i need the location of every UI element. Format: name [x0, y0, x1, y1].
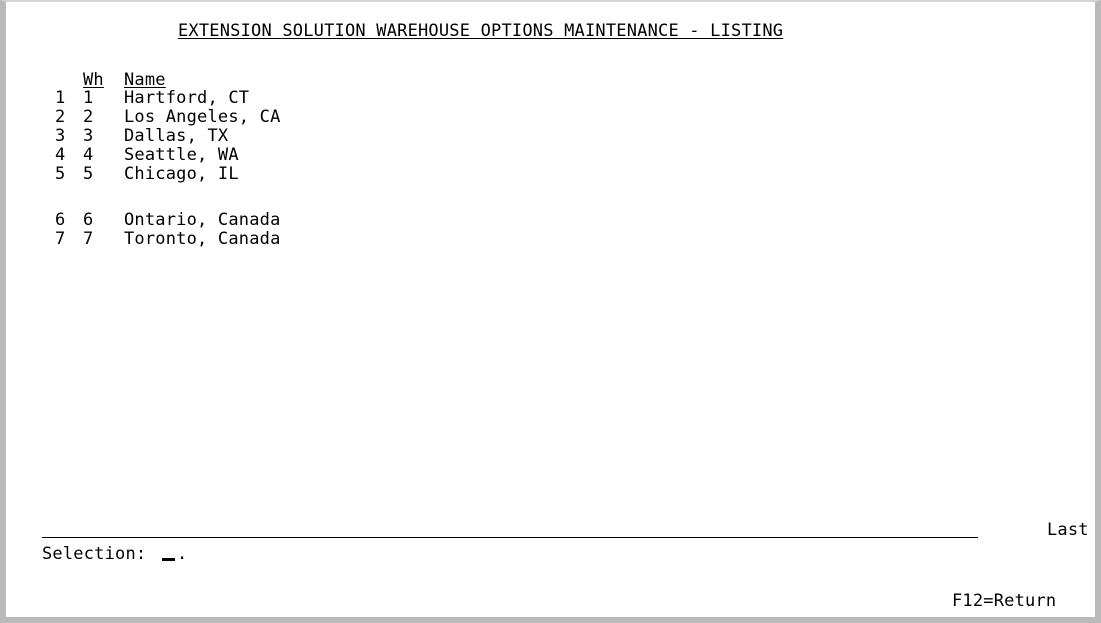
selection-input[interactable] [162, 544, 175, 564]
row-name: Chicago, IL [124, 164, 239, 184]
cursor-icon [162, 558, 175, 561]
row-name: Ontario, Canada [124, 210, 281, 230]
row-warehouse: 1 [83, 88, 94, 108]
row-number: 2 [55, 107, 66, 127]
row-name: Los Angeles, CA [124, 107, 281, 127]
row-name: Seattle, WA [124, 145, 239, 165]
f12-return-key[interactable]: F12=Return [952, 591, 1056, 611]
row-number: 4 [55, 145, 66, 165]
row-name: Dallas, TX [124, 126, 229, 146]
selection-field-end: . [177, 544, 188, 564]
row-number: 7 [55, 229, 66, 249]
row-warehouse: 5 [83, 164, 94, 184]
row-warehouse: 7 [83, 229, 94, 249]
row-warehouse: 6 [83, 210, 94, 230]
row-number: 3 [55, 126, 66, 146]
position-indicator: Last [1047, 520, 1089, 540]
row-name: Hartford, CT [124, 88, 250, 108]
row-number: 1 [55, 88, 66, 108]
divider [42, 537, 978, 538]
row-name: Toronto, Canada [124, 229, 281, 249]
row-warehouse: 4 [83, 145, 94, 165]
selection-label: Selection: [42, 544, 147, 564]
column-header-wh: Wh [83, 70, 104, 90]
row-warehouse: 3 [83, 126, 94, 146]
column-header-name: Name [124, 70, 166, 90]
terminal-screen: EXTENSION SOLUTION WAREHOUSE OPTIONS MAI… [0, 0, 1101, 623]
row-number: 6 [55, 210, 66, 230]
row-warehouse: 2 [83, 107, 94, 127]
page-title: EXTENSION SOLUTION WAREHOUSE OPTIONS MAI… [178, 21, 784, 41]
row-number: 5 [55, 164, 66, 184]
